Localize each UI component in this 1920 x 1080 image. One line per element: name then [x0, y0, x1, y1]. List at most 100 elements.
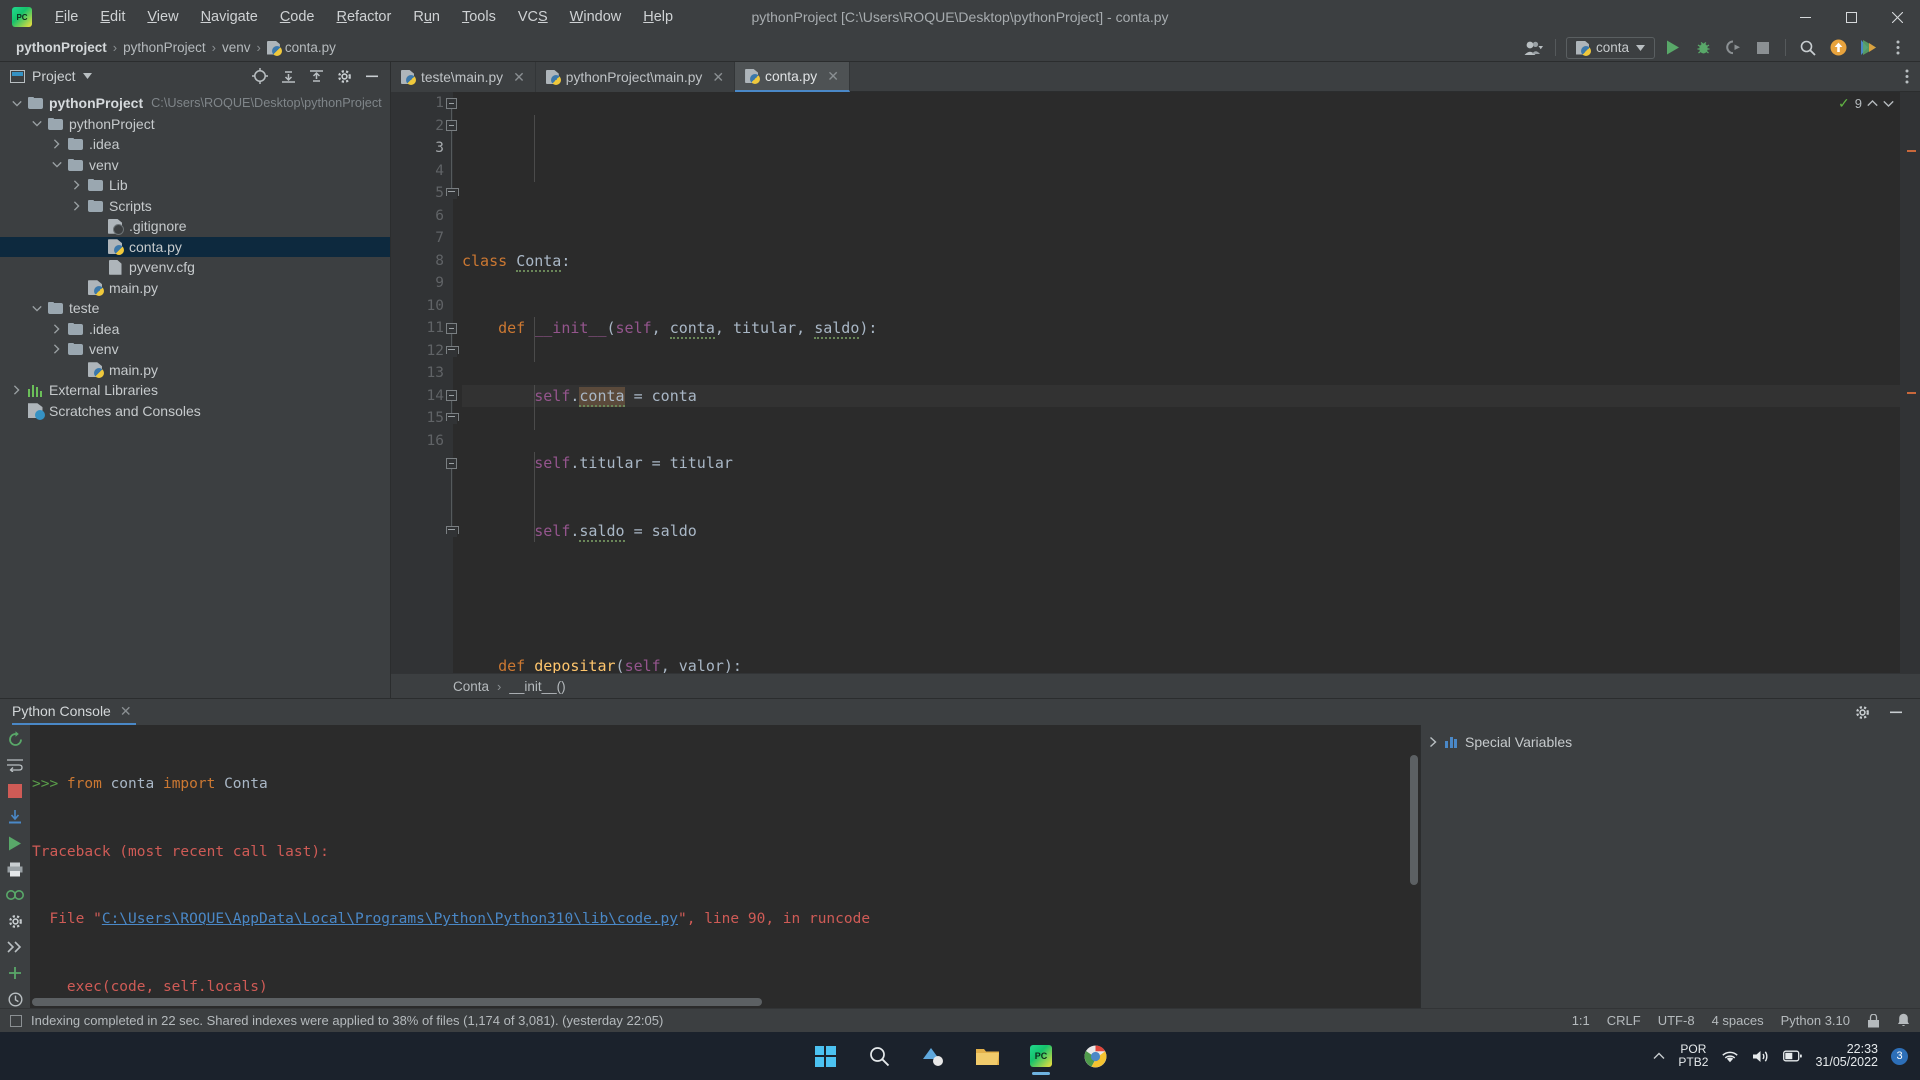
- line-number[interactable]: 14: [391, 385, 453, 408]
- traceback-file-link[interactable]: C:\Users\ROQUE\AppData\Local\Programs\Py…: [102, 911, 678, 927]
- menu-item-view[interactable]: View: [136, 5, 189, 29]
- debug-button[interactable]: [1691, 37, 1715, 59]
- menu-item-refactor[interactable]: Refactor: [326, 5, 403, 29]
- twisty-collapsed-icon[interactable]: [48, 139, 65, 149]
- tree-item-external-libraries[interactable]: External Libraries: [0, 380, 390, 401]
- stop-console-icon[interactable]: [4, 782, 26, 800]
- line-number[interactable]: 16: [391, 430, 453, 453]
- run-configuration-selector[interactable]: conta: [1565, 36, 1655, 59]
- tree-item--idea[interactable]: .idea: [0, 134, 390, 155]
- breadcrumb-project[interactable]: pythonProject: [12, 39, 111, 56]
- tabs-more-icon[interactable]: [1894, 62, 1920, 92]
- twisty-collapsed-icon[interactable]: [68, 201, 85, 211]
- line-number[interactable]: 10: [391, 295, 453, 318]
- menu-item-vcs[interactable]: VCS: [507, 5, 559, 29]
- print-icon[interactable]: [4, 860, 26, 878]
- taskbar-widgets-button[interactable]: [913, 1036, 953, 1076]
- editor-marker-rail[interactable]: [1900, 92, 1920, 673]
- tab-python-console[interactable]: Python Console ✕: [12, 699, 136, 725]
- history-icon[interactable]: [4, 990, 26, 1008]
- line-number-gutter[interactable]: 1 2 3 4 5 6 7 8 9 10 11 12 13 14 15 16: [391, 92, 459, 673]
- soft-wrap-icon[interactable]: [4, 756, 26, 774]
- menu-item-code[interactable]: Code: [269, 5, 326, 29]
- menu-item-navigate[interactable]: Navigate: [190, 5, 269, 29]
- breadcrumb-class[interactable]: Conta: [453, 679, 489, 694]
- twisty-expanded-icon[interactable]: [28, 120, 45, 127]
- line-number[interactable]: 9: [391, 272, 453, 295]
- twisty-collapsed-icon[interactable]: [8, 385, 25, 395]
- line-number[interactable]: 1: [391, 92, 453, 115]
- file-encoding[interactable]: UTF-8: [1658, 1013, 1695, 1028]
- line-number[interactable]: 8: [391, 250, 453, 273]
- menu-item-run[interactable]: Run: [402, 5, 451, 29]
- stop-button[interactable]: [1751, 37, 1775, 59]
- tree-item-lib[interactable]: Lib: [0, 175, 390, 196]
- code-content[interactable]: class Conta: def __init__(self, conta, t…: [453, 92, 1900, 673]
- tree-item-main-py[interactable]: main.py: [0, 360, 390, 381]
- scroll-to-end-icon[interactable]: [4, 808, 26, 826]
- update-project-icon[interactable]: [1826, 37, 1850, 59]
- breadcrumb-file[interactable]: conta.py: [263, 39, 340, 56]
- line-number[interactable]: 15: [391, 407, 453, 430]
- line-number[interactable]: 12: [391, 340, 453, 363]
- tree-item-scratches-and-consoles[interactable]: Scratches and Consoles: [0, 401, 390, 422]
- line-number[interactable]: 6: [391, 205, 453, 228]
- execute-console-icon[interactable]: [4, 834, 26, 852]
- tree-item-conta-py[interactable]: conta.py: [0, 236, 390, 257]
- taskbar-search-button[interactable]: [859, 1036, 899, 1076]
- console-settings-icon[interactable]: [4, 912, 26, 930]
- close-button[interactable]: [1874, 0, 1920, 34]
- indent-setting[interactable]: 4 spaces: [1712, 1013, 1764, 1028]
- start-button[interactable]: [805, 1036, 845, 1076]
- twisty-collapsed-icon[interactable]: [68, 180, 85, 190]
- editor-tab-conta-py[interactable]: conta.py ✕: [735, 62, 850, 92]
- special-variables-row[interactable]: Special Variables: [1421, 731, 1920, 753]
- code-editor[interactable]: 1 2 3 4 5 6 7 8 9 10 11 12 13 14 15 16 c…: [391, 92, 1920, 673]
- menu-item-edit[interactable]: Edit: [89, 5, 136, 29]
- breadcrumb-method[interactable]: __init__(): [509, 679, 565, 694]
- twisty-expanded-icon[interactable]: [28, 305, 45, 312]
- tree-item-pyvenv-cfg[interactable]: pyvenv.cfg: [0, 257, 390, 278]
- tree-item--idea[interactable]: .idea: [0, 319, 390, 340]
- hide-panel-icon[interactable]: [360, 65, 384, 87]
- collapse-all-icon[interactable]: [304, 65, 328, 87]
- line-separator[interactable]: CRLF: [1607, 1013, 1641, 1028]
- select-opened-file-icon[interactable]: [248, 65, 272, 87]
- line-number[interactable]: 4: [391, 160, 453, 183]
- tree-item-venv[interactable]: venv: [0, 155, 390, 176]
- tree-item--gitignore[interactable]: .gitignore: [0, 216, 390, 237]
- twisty-collapsed-icon[interactable]: [48, 324, 65, 334]
- minimize-button[interactable]: [1782, 0, 1828, 34]
- menu-item-file[interactable]: File: [44, 5, 89, 29]
- tree-item-pythonproject[interactable]: pythonProject C:\Users\ROQUE\Desktop\pyth…: [0, 93, 390, 114]
- run-with-coverage-button[interactable]: [1721, 37, 1745, 59]
- line-number[interactable]: 7: [391, 227, 453, 250]
- run-button[interactable]: [1661, 37, 1685, 59]
- twisty-collapsed-icon[interactable]: [48, 344, 65, 354]
- line-number[interactable]: 5: [391, 182, 453, 205]
- console-horizontal-scrollbar[interactable]: [32, 998, 762, 1006]
- settings-gear-icon[interactable]: [1850, 701, 1874, 723]
- close-icon[interactable]: ✕: [120, 703, 132, 720]
- rerun-console-icon[interactable]: [4, 730, 26, 748]
- project-tree[interactable]: pythonProject C:\Users\ROQUE\Desktop\pyth…: [0, 90, 390, 698]
- tree-item-venv[interactable]: venv: [0, 339, 390, 360]
- breadcrumb-folder-1[interactable]: pythonProject: [119, 39, 210, 56]
- menu-item-window[interactable]: Window: [559, 5, 633, 29]
- chrome-icon[interactable]: [1856, 37, 1880, 59]
- rail-marker[interactable]: [1907, 392, 1916, 394]
- tree-item-pythonproject[interactable]: pythonProject: [0, 114, 390, 135]
- maximize-button[interactable]: [1828, 0, 1874, 34]
- editor-tab-teste-main-py[interactable]: teste\main.py ✕: [391, 62, 536, 92]
- line-number[interactable]: 2: [391, 115, 453, 138]
- account-icon[interactable]: [1521, 37, 1545, 59]
- line-number[interactable]: 11: [391, 317, 453, 340]
- inspection-widget[interactable]: ✓ 9: [1800, 92, 1900, 114]
- menu-item-help[interactable]: Help: [632, 5, 684, 29]
- tree-item-main-py[interactable]: main.py: [0, 278, 390, 299]
- tree-item-scripts[interactable]: Scripts: [0, 196, 390, 217]
- settings-gear-icon[interactable]: [332, 65, 356, 87]
- close-icon[interactable]: ✕: [513, 69, 525, 86]
- close-icon[interactable]: ✕: [712, 69, 724, 86]
- close-icon[interactable]: ✕: [827, 68, 839, 85]
